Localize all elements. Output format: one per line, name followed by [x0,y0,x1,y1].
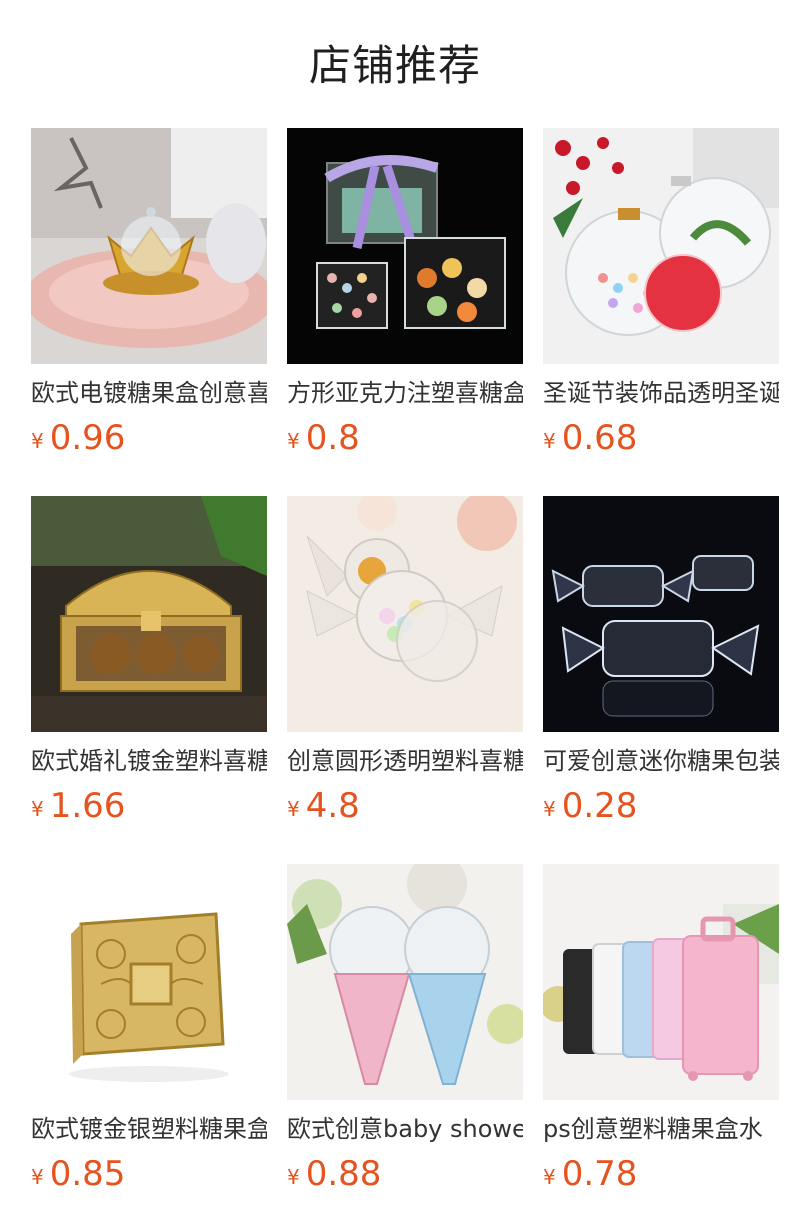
price-amount: 0.28 [561,786,638,826]
product-price: ¥0.88 [287,1152,381,1196]
price-amount: 1.66 [49,786,126,826]
currency-symbol: ¥ [543,797,556,821]
currency-symbol: ¥ [287,1165,300,1189]
product-name[interactable]: 欧式婚礼镀金塑料喜糖盒 [31,744,267,778]
currency-symbol: ¥ [31,429,44,453]
product-card[interactable]: 可爱创意迷你糖果包装盒 ¥0.28 [543,496,779,836]
price-amount: 0.96 [49,418,126,458]
price-amount: 0.88 [305,1154,382,1194]
product-card[interactable]: 圣诞节装饰品透明圣诞球 ¥0.68 [543,128,779,468]
product-price: ¥4.8 [287,784,360,828]
price-amount: 0.85 [49,1154,126,1194]
product-name[interactable]: 欧式电镀糖果盒创意喜糖盒 [31,376,267,410]
product-price: ¥0.85 [31,1152,125,1196]
product-card[interactable]: ps创意塑料糖果盒水 ¥0.78 [543,864,779,1204]
currency-symbol: ¥ [543,1165,556,1189]
product-name[interactable]: 欧式镀金银塑料糖果盒 [31,1112,267,1146]
product-grid: 欧式电镀糖果盒创意喜糖盒 ¥0.96 方形亚克力注 [31,128,779,1194]
product-price: ¥0.96 [31,416,125,460]
product-card[interactable]: 欧式镀金银塑料糖果盒 ¥0.85 [31,864,267,1204]
product-image-christmas-balls[interactable] [543,128,779,364]
price-amount: 0.68 [561,418,638,458]
product-name[interactable]: 可爱创意迷你糖果包装盒 [543,744,779,778]
product-name[interactable]: 创意圆形透明塑料喜糖盒 [287,744,523,778]
product-image-acrylic-boxes[interactable] [287,128,523,364]
currency-symbol: ¥ [287,429,300,453]
currency-symbol: ¥ [543,429,556,453]
product-price: ¥0.8 [287,416,360,460]
product-card[interactable]: 欧式创意baby shower ¥0.88 [287,864,523,1204]
product-price: ¥0.68 [543,416,637,460]
product-image-ice-cream-cones[interactable] [287,864,523,1100]
product-price: ¥0.78 [543,1152,637,1196]
product-price: ¥0.28 [543,784,637,828]
page: 店铺推荐 欧式电镀糖果盒创意喜糖盒 [0,0,790,1232]
product-name[interactable]: 方形亚克力注塑喜糖盒 [287,376,523,410]
product-image-mini-suitcases[interactable] [543,864,779,1100]
product-image-round-candy-boxes[interactable] [287,496,523,732]
product-price: ¥1.66 [31,784,125,828]
product-card[interactable]: 欧式婚礼镀金塑料喜糖盒 ¥1.66 [31,496,267,836]
price-amount: 4.8 [305,786,360,826]
product-card[interactable]: 创意圆形透明塑料喜糖盒 ¥4.8 [287,496,523,836]
currency-symbol: ¥ [31,797,44,821]
price-amount: 0.8 [305,418,360,458]
product-image-gold-filigree-box[interactable] [31,864,267,1100]
currency-symbol: ¥ [31,1165,44,1189]
page-title: 店铺推荐 [308,41,481,90]
product-name[interactable]: ps创意塑料糖果盒水 [543,1112,779,1146]
product-image-treasure-chest[interactable] [31,496,267,732]
product-card[interactable]: 方形亚克力注塑喜糖盒 ¥0.8 [287,128,523,468]
currency-symbol: ¥ [287,797,300,821]
product-name[interactable]: 欧式创意baby shower [287,1112,523,1146]
price-amount: 0.78 [561,1154,638,1194]
product-image-clear-candy-boxes[interactable] [543,496,779,732]
product-name[interactable]: 圣诞节装饰品透明圣诞球 [543,376,779,410]
product-card[interactable]: 欧式电镀糖果盒创意喜糖盒 ¥0.96 [31,128,267,468]
product-image-gold-crown[interactable] [31,128,267,364]
